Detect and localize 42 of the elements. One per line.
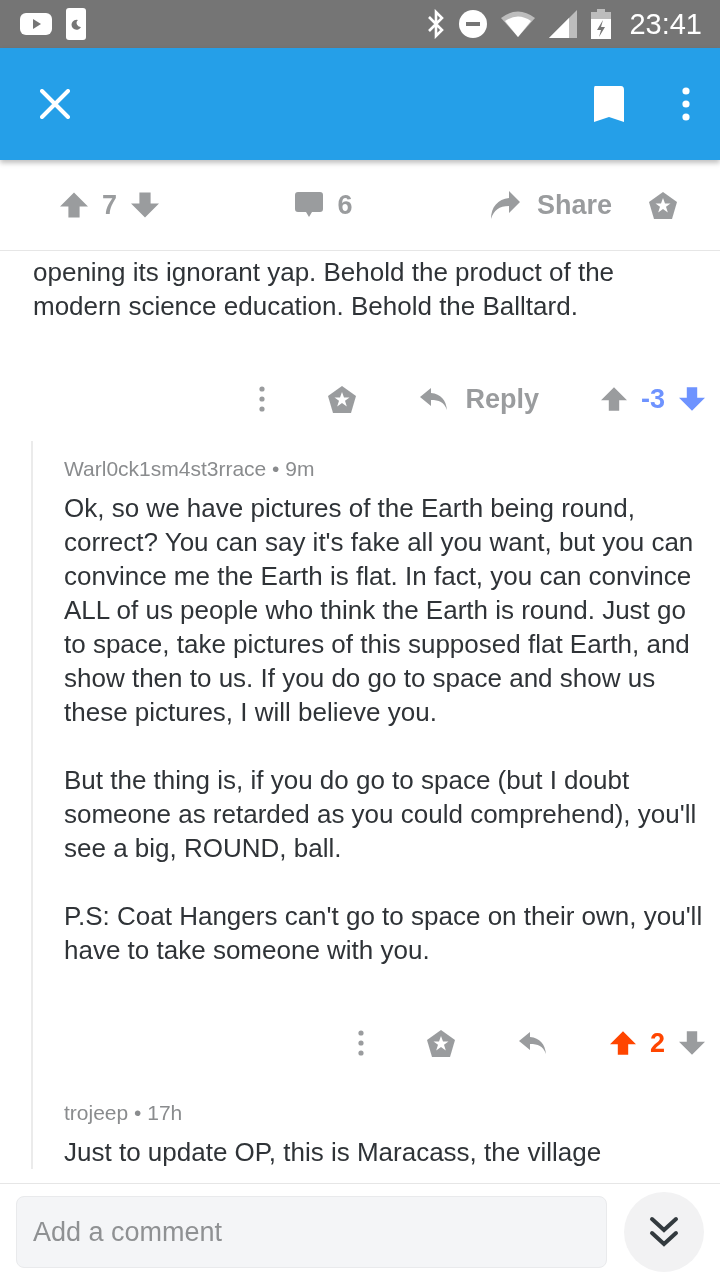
upvote-icon[interactable] <box>601 386 627 412</box>
comment-count: 6 <box>337 189 353 221</box>
award-icon[interactable] <box>648 190 678 220</box>
night-mode-icon <box>66 8 86 40</box>
vote-count: 7 <box>102 189 118 221</box>
do-not-disturb-icon <box>459 10 488 38</box>
award-icon[interactable] <box>425 1028 456 1058</box>
more-icon[interactable] <box>682 87 690 121</box>
bookmark-icon[interactable] <box>592 84 626 124</box>
reply-icon <box>517 1030 548 1056</box>
comment-input[interactable]: Add a comment <box>16 1196 607 1268</box>
reply-icon <box>419 386 450 412</box>
battery-icon <box>591 9 612 39</box>
double-chevron-icon <box>649 1216 679 1248</box>
status-time: 23:41 <box>629 7 702 41</box>
wifi-icon <box>501 11 536 37</box>
video-app-icon <box>20 13 52 35</box>
comment-icon <box>295 192 324 218</box>
share-icon <box>488 190 521 220</box>
upvote-icon[interactable] <box>60 191 88 219</box>
upvote-icon[interactable] <box>609 1030 636 1056</box>
bluetooth-icon <box>427 9 446 39</box>
signal-icon <box>549 10 578 38</box>
comment-text: opening its ignorant yap. Behold the product of the modern science education. Behold the Balltard. <box>33 256 616 323</box>
downvote-icon[interactable] <box>679 386 705 412</box>
more-icon[interactable] <box>259 386 266 412</box>
comment-byline: trojeep • 17h <box>64 1101 184 1125</box>
reply-button[interactable] <box>517 1030 548 1056</box>
comment-text: Ok, so we have pictures of the Earth being round, correct? You can say it's fake all you want, but you can convince me the Earth is flat. In fact, you can convince ALL of us people who think the Earth is round. Just go to space, take pictures of this supposed flat Earth, and show then to us. If you do go to space and show us these pictures, I will believe you. <box>64 492 695 729</box>
comment-byline: Warl0ck1sm4st3rrace • 9m <box>64 457 316 481</box>
award-icon[interactable] <box>327 384 358 414</box>
share-button[interactable]: Share <box>488 189 612 221</box>
vote-count: 2 <box>649 1027 665 1059</box>
downvote-icon[interactable] <box>679 1030 705 1056</box>
comment-text: Just to update OP, this is Maracass, the village <box>64 1136 603 1169</box>
comment-text: P.S: Coat Hangers can't go to space on their own, you'll have to take someone with you. <box>64 900 704 967</box>
comment-text: But the thing is, if you do go to space (but I doubt someone as retarded as you could comprehend), you'll see a big, ROUND, ball. <box>64 764 698 865</box>
close-icon[interactable] <box>40 89 70 119</box>
vote-count: -3 <box>641 383 665 415</box>
more-icon[interactable] <box>357 1030 364 1056</box>
reply-button[interactable]: Reply <box>419 383 539 415</box>
downvote-icon[interactable] <box>131 191 160 219</box>
